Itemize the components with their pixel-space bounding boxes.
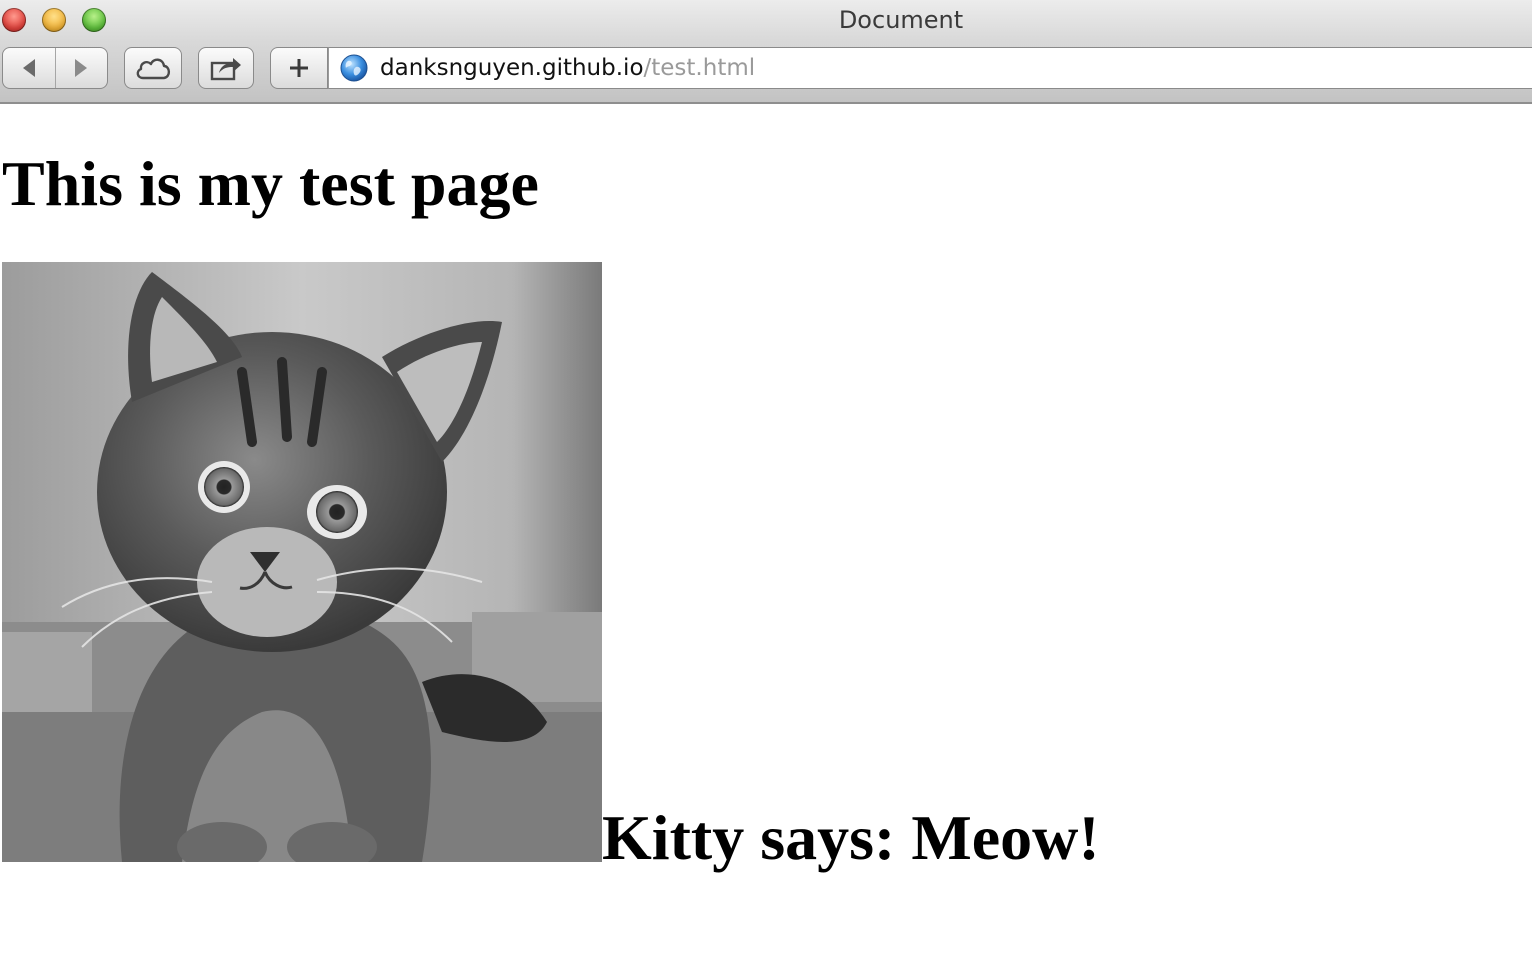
share-icon — [210, 58, 241, 81]
new-tab-button[interactable] — [270, 47, 328, 89]
kitten-image — [2, 262, 602, 862]
plus-icon — [290, 59, 308, 77]
forward-button[interactable] — [55, 48, 107, 88]
kitten-photo — [2, 262, 602, 862]
window-title: Document — [838, 6, 964, 34]
url-domain: danksnguyen.github.io — [380, 55, 644, 81]
address-bar[interactable]: danksnguyen.github.io/test.html — [328, 47, 1532, 89]
title-bar: Document — [0, 0, 1532, 40]
cloud-icon — [136, 58, 171, 80]
icloud-tabs-button[interactable] — [124, 47, 182, 89]
page-heading: This is my test page — [2, 148, 539, 219]
browser-toolbar: danksnguyen.github.io/test.html — [0, 40, 1532, 104]
share-button[interactable] — [198, 47, 254, 89]
back-button[interactable] — [3, 48, 55, 88]
globe-icon — [340, 54, 368, 82]
back-arrow-icon — [22, 59, 35, 77]
kitten-caption: Kitty says: Meow! — [602, 802, 1100, 873]
url-path: /test.html — [643, 55, 756, 81]
url-text: danksnguyen.github.io/test.html — [380, 55, 755, 81]
forward-arrow-icon — [75, 59, 88, 77]
web-page-content: This is my test page Kitty says: Meow! — [0, 106, 1532, 978]
navigation-button-group — [2, 47, 108, 89]
